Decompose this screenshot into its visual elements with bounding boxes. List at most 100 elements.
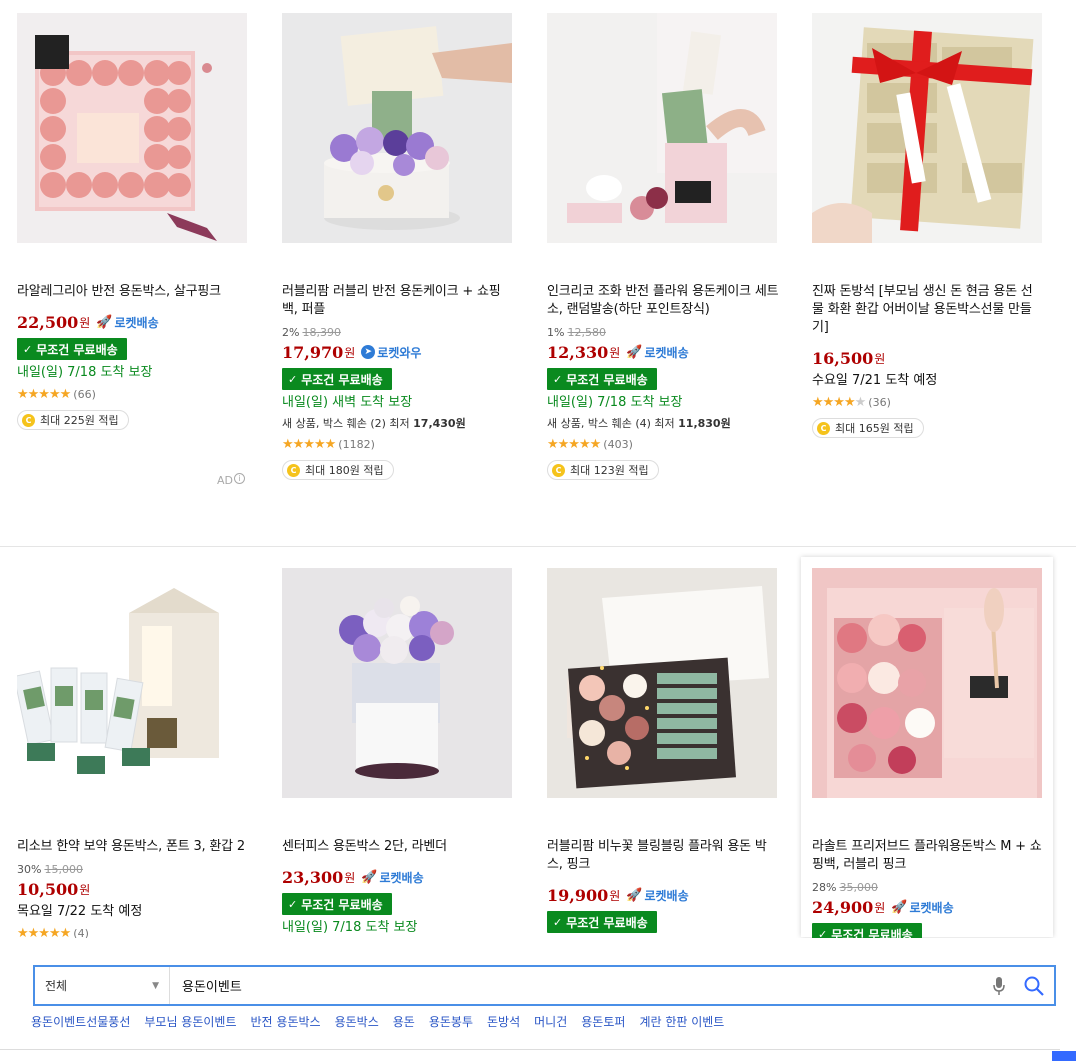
product-title[interactable]: 러블리팜 러블리 반전 용돈케이크 + 쇼핑백, 퍼플 [282, 283, 514, 319]
product-title[interactable]: 라솔트 프리저브드 플라워용돈박스 M + 쇼핑백, 러블리 핑크 [812, 838, 1044, 874]
price-line: 22,500 원 🚀 로켓배송 [17, 312, 249, 332]
check-icon: ✓ [288, 897, 298, 911]
cashback-label: 최대 123원 적립 [570, 464, 649, 477]
related-search-link[interactable]: 계란 한판 이벤트 [639, 1013, 724, 1030]
product-title[interactable]: 리소브 한약 보약 용돈박스, 폰트 3, 환갑 2 [17, 838, 249, 856]
cashback-badge: C 최대 123원 적립 [547, 460, 659, 480]
rocket-icon: 🚀 [891, 899, 908, 915]
free-shipping-label: 무조건 무료배송 [566, 372, 648, 387]
free-shipping-badge: ✓ 무조건 무료배송 [17, 338, 127, 360]
product-info: 진짜 돈방석 [부모님 생신 돈 현금 용돈 선물 화환 환갑 어버이날 용돈박… [812, 283, 1044, 438]
search-input[interactable] [170, 967, 984, 1004]
star-icons: ★★★★★ [547, 436, 601, 452]
used-offer[interactable]: 새 상품, 박스 훼손 (4) 최저 11,830원 [547, 416, 779, 432]
rocket-delivery-badge: 🚀 로켓배송 [96, 314, 158, 331]
discount-rate: 30% [17, 863, 42, 876]
rocket-icon: 🚀 [96, 314, 113, 330]
arrival-info: 내일(일) 새벽 도착 보장 [282, 395, 413, 410]
product-title[interactable]: 라알레그리아 반전 용돈박스, 살구핑크 [17, 283, 249, 301]
rocket-wow-badge: ➤ 로켓와우 [361, 344, 421, 361]
original-price: 12,580 [567, 326, 606, 339]
price-unit: 원 [344, 870, 356, 885]
delivery-badge-label: 로켓와우 [377, 345, 422, 360]
discount-line: 30% 15,000 [17, 863, 249, 877]
cashback-label: 최대 225원 적립 [40, 414, 119, 427]
product-image[interactable] [282, 568, 512, 798]
rocket-delivery-badge: 🚀 로켓배송 [626, 887, 688, 904]
sale-price: 23,300 [282, 867, 344, 887]
coin-icon: C [22, 413, 35, 427]
used-offer[interactable]: 새 상품, 박스 훼손 (2) 최저 17,430원 [282, 416, 514, 432]
product-title[interactable]: 러블리팜 비누꽃 블링블링 플라워 용돈 박스, 핑크 [547, 838, 779, 874]
free-shipping-label: 무조건 무료배송 [566, 915, 648, 930]
product-image[interactable] [282, 13, 512, 243]
free-shipping-badge: ✓ 무조건 무료배송 [282, 368, 392, 390]
price-unit: 원 [874, 351, 886, 366]
rating: ★★★★★ (66) [17, 386, 249, 402]
free-shipping-label: 무조건 무료배송 [36, 342, 118, 357]
rocket-delivery-badge: 🚀 로켓배송 [891, 899, 953, 916]
product-image[interactable] [812, 13, 1042, 243]
product-title[interactable]: 인크리코 조화 반전 플라워 용돈케이크 세트 소, 랜덤발송(하단 포인트장식… [547, 283, 779, 319]
sale-price: 16,500 [812, 348, 874, 368]
search-icon[interactable] [1014, 968, 1054, 1004]
related-search-link[interactable]: 돈방석 [487, 1013, 520, 1030]
category-label: 전체 [45, 979, 68, 993]
product-title[interactable]: 센터피스 용돈박스 2단, 라벤더 [282, 838, 514, 856]
sale-price: 12,330 [547, 342, 609, 362]
related-search-link[interactable]: 용돈봉투 [429, 1013, 473, 1030]
product-info: 러블리팜 러블리 반전 용돈케이크 + 쇼핑백, 퍼플 2% 18,390 17,97… [282, 283, 514, 480]
price-unit: 원 [609, 345, 621, 360]
sale-price: 17,970 [282, 342, 344, 362]
price-line: 16,500 원 [812, 348, 1044, 368]
product-image[interactable] [17, 568, 247, 798]
price-unit: 원 [609, 888, 621, 903]
price-unit: 원 [79, 315, 91, 330]
product-image[interactable] [547, 13, 777, 243]
product-image[interactable] [812, 568, 1042, 798]
delivery-badge-label: 로켓배송 [644, 888, 689, 903]
used-offer-label: 새 상품, 박스 훼손 (2) 최저 [282, 417, 410, 430]
category-select[interactable]: 전체 ▼ [35, 967, 170, 1004]
sale-price: 22,500 [17, 312, 79, 332]
original-price: 18,390 [302, 326, 341, 339]
search-box: 전체 ▼ [33, 965, 1056, 1006]
divider [0, 1049, 1060, 1050]
related-search-link[interactable]: 용돈토퍼 [581, 1013, 625, 1030]
used-offer-label: 새 상품, 박스 훼손 (4) 최저 [547, 417, 675, 430]
related-search-link[interactable]: 용돈 [393, 1013, 415, 1030]
product-row-1: 라알레그리아 반전 용돈박스, 살구핑크 22,500 원 🚀 로켓배송 ✓ 무조건 무료배… [0, 0, 1076, 545]
review-count: (1182) [338, 437, 375, 451]
scroll-top-button[interactable] [1052, 1051, 1076, 1061]
free-shipping-label: 무조건 무료배송 [301, 897, 383, 912]
info-icon[interactable]: i [234, 473, 245, 484]
related-search-link[interactable]: 용돈박스 [335, 1013, 379, 1030]
mic-icon[interactable] [984, 971, 1014, 1001]
product-image[interactable] [547, 568, 777, 798]
review-count: (66) [73, 387, 96, 401]
free-shipping-badge: ✓ 무조건 무료배송 [547, 368, 657, 390]
price-unit: 원 [79, 882, 91, 897]
rating: ★★★★★ (1182) [282, 436, 514, 452]
cashback-label: 최대 180원 적립 [305, 464, 384, 477]
related-search-link[interactable]: 부모님 용돈이벤트 [144, 1013, 236, 1030]
check-icon: ✓ [553, 915, 563, 929]
rocket-icon: 🚀 [626, 887, 643, 903]
related-search-link[interactable]: 머니건 [534, 1013, 567, 1030]
product-info: 리소브 한약 보약 용돈박스, 폰트 3, 환갑 2 30% 15,000 10,50… [17, 838, 249, 941]
product-title[interactable]: 진짜 돈방석 [부모님 생신 돈 현금 용돈 선물 화환 환갑 어버이날 용돈박… [812, 283, 1044, 337]
coin-icon: C [817, 421, 830, 435]
price-line: 24,900 원 🚀 로켓배송 [812, 897, 1044, 917]
discount-rate: 2% [282, 326, 300, 339]
used-offer-price: 17,430원 [413, 417, 466, 430]
related-search-link[interactable]: 반전 용돈박스 [251, 1013, 321, 1030]
delivery-badge-label: 로켓배송 [909, 900, 954, 915]
arrival-info: 수요일 7/21 도착 예정 [812, 373, 938, 388]
sale-price: 19,900 [547, 885, 609, 905]
ad-label[interactable]: AD [217, 474, 233, 487]
product-image[interactable] [17, 13, 247, 243]
rocket-icon: ➤ [361, 345, 376, 359]
free-shipping-badge: ✓ 무조건 무료배송 [547, 911, 657, 933]
delivery-badge-label: 로켓배송 [379, 870, 424, 885]
related-search-link[interactable]: 용돈이벤트선물풍선 [31, 1013, 130, 1030]
